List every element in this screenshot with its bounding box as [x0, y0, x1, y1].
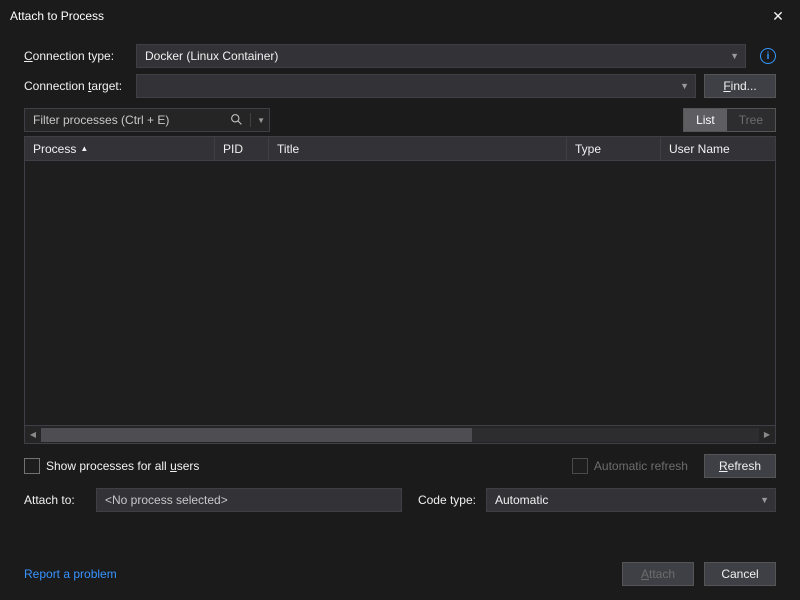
connection-type-value: Docker (Linux Container): [145, 49, 278, 63]
attach-to-field: <No process selected>: [96, 488, 402, 512]
chevron-down-icon: ▼: [760, 495, 769, 505]
close-button[interactable]: ✕: [758, 2, 798, 30]
scroll-thumb[interactable]: [41, 428, 472, 442]
grid-body[interactable]: [25, 161, 775, 425]
automatic-refresh-checkbox: Automatic refresh: [572, 458, 688, 474]
connection-type-label: Connection type:: [24, 49, 128, 63]
checkbox-icon: [572, 458, 588, 474]
refresh-button[interactable]: Refresh: [704, 454, 776, 478]
grid-header: Process▲ PID Title Type User Name: [25, 137, 775, 161]
connection-target-dropdown[interactable]: ▼: [136, 74, 696, 98]
column-pid[interactable]: PID: [215, 137, 269, 160]
column-title[interactable]: Title: [269, 137, 567, 160]
search-icon[interactable]: [230, 113, 243, 129]
column-process[interactable]: Process▲: [25, 137, 215, 160]
code-type-label: Code type:: [412, 493, 476, 507]
filter-options-chevron[interactable]: ▼: [250, 113, 265, 127]
code-type-dropdown[interactable]: Automatic ▼: [486, 488, 776, 512]
checkbox-icon: [24, 458, 40, 474]
report-problem-link[interactable]: Report a problem: [24, 567, 117, 581]
process-grid: Process▲ PID Title Type User Name ◀ ▶: [24, 136, 776, 444]
column-type[interactable]: Type: [567, 137, 661, 160]
view-toggle: List Tree: [683, 108, 776, 132]
cancel-button[interactable]: Cancel: [704, 562, 776, 586]
info-icon[interactable]: i: [760, 48, 776, 64]
attach-to-label: Attach to:: [24, 493, 86, 507]
find-button[interactable]: Find...: [704, 74, 776, 98]
tree-view-button[interactable]: Tree: [727, 109, 775, 131]
sort-asc-icon: ▲: [80, 144, 88, 153]
chevron-down-icon: ▼: [680, 81, 689, 91]
list-view-button[interactable]: List: [684, 109, 727, 131]
filter-input[interactable]: Filter processes (Ctrl + E) ▼: [24, 108, 270, 132]
window-title: Attach to Process: [10, 9, 790, 23]
chevron-down-icon: ▼: [730, 51, 739, 61]
column-user[interactable]: User Name: [661, 137, 775, 160]
scroll-left-icon[interactable]: ◀: [25, 427, 41, 443]
connection-type-dropdown[interactable]: Docker (Linux Container) ▼: [136, 44, 746, 68]
connection-target-label: Connection target:: [24, 79, 128, 93]
horizontal-scrollbar[interactable]: ◀ ▶: [25, 425, 775, 443]
filter-placeholder: Filter processes (Ctrl + E): [33, 113, 169, 127]
scroll-track[interactable]: [41, 428, 759, 442]
show-all-users-checkbox[interactable]: Show processes for all users: [24, 458, 199, 474]
attach-button: Attach: [622, 562, 694, 586]
scroll-right-icon[interactable]: ▶: [759, 427, 775, 443]
